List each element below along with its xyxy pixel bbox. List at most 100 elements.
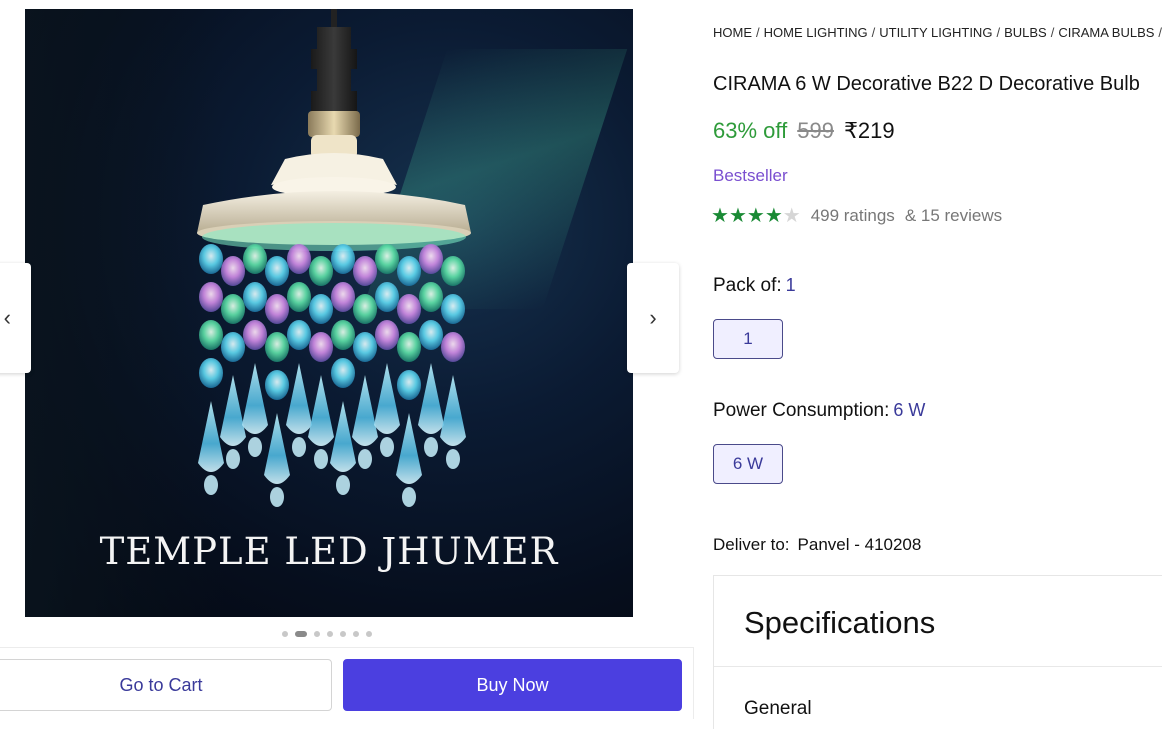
- crystal-bead: [375, 282, 399, 312]
- crystal-bead: [265, 294, 289, 324]
- crystal-bead: [287, 282, 311, 312]
- crystal-drop: [220, 375, 246, 446]
- crystal-bead: [441, 294, 465, 324]
- breadcrumb-link[interactable]: UTILITY LIGHTING: [879, 25, 992, 40]
- delivery-pincode: Panvel - 410208: [797, 535, 922, 554]
- star-filled-icon: ★: [764, 205, 783, 227]
- crystal-bead: [309, 294, 333, 324]
- gallery-dot[interactable]: [340, 631, 346, 637]
- crystal-bead: [353, 332, 377, 362]
- crystal-drop: [352, 375, 378, 446]
- crystal-bead: [199, 320, 223, 350]
- chevron-right-icon: ›: [649, 305, 657, 330]
- crystal-bead: [265, 332, 289, 362]
- star-empty-icon: ★: [782, 205, 801, 227]
- action-bar: Go to Cart Buy Now: [0, 647, 694, 719]
- crystal-bead: [441, 256, 465, 286]
- star-filled-icon: ★: [711, 205, 729, 227]
- gallery-dot[interactable]: [282, 631, 288, 637]
- delivery-location[interactable]: Deliver to: Panvel - 410208: [713, 535, 921, 555]
- breadcrumb-link[interactable]: BULBS: [1004, 25, 1047, 40]
- crystal-bead: [331, 358, 355, 388]
- crystal-drop: [198, 401, 224, 472]
- image-caption: TEMPLE LED JHUMER: [99, 530, 559, 573]
- crystal-bead: [265, 256, 289, 286]
- gallery-dot[interactable]: [295, 631, 307, 637]
- breadcrumb-separator: /: [996, 25, 1001, 40]
- breadcrumb-separator: /: [871, 25, 876, 40]
- price-row: 63% off 599 ₹219: [713, 118, 895, 144]
- reviews-count: & 15 reviews: [904, 206, 1003, 225]
- breadcrumb-link[interactable]: HOME: [713, 25, 752, 40]
- crystal-bead: [221, 256, 245, 286]
- crystal-tip: [292, 437, 306, 457]
- gallery-next-button[interactable]: ›: [627, 263, 679, 373]
- gallery-prev-button[interactable]: ‹: [0, 263, 31, 373]
- crystal-drop: [308, 375, 334, 446]
- crystal-bead: [353, 294, 377, 324]
- crystal-drop: [374, 363, 400, 434]
- crystal-drop: [396, 413, 422, 484]
- crystal-bead: [441, 332, 465, 362]
- crystal-bead: [397, 332, 421, 362]
- pack-option-chip[interactable]: 1: [713, 319, 783, 359]
- crystal-drop: [418, 363, 444, 434]
- crystal-bead: [243, 282, 267, 312]
- breadcrumb-link[interactable]: HOME LIGHTING: [764, 25, 868, 40]
- crystal-tip: [248, 437, 262, 457]
- crystal-bead: [331, 320, 355, 350]
- breadcrumb-link[interactable]: CIRAMA BULBS: [1058, 25, 1154, 40]
- crystal-bead: [375, 320, 399, 350]
- crystal-bead: [243, 320, 267, 350]
- divider: [714, 666, 1162, 667]
- pack-of-value: 1: [785, 275, 796, 295]
- pack-of-title: Pack of:: [713, 275, 782, 296]
- crystal-bead: [265, 370, 289, 400]
- crystal-bead: [199, 358, 223, 388]
- go-to-cart-button[interactable]: Go to Cart: [0, 659, 332, 711]
- crystal-bead: [397, 370, 421, 400]
- crystal-tip: [358, 449, 372, 469]
- crystal-bead: [397, 256, 421, 286]
- gallery-dot[interactable]: [366, 631, 372, 637]
- crystal-bead: [199, 244, 223, 274]
- crystal-tip: [446, 449, 460, 469]
- crystal-tip: [380, 437, 394, 457]
- crystal-tip: [336, 475, 350, 495]
- rating-stars: ★ ★ ★ ★ ★: [711, 206, 801, 226]
- breadcrumb-separator: /: [756, 25, 760, 40]
- crystal-bead: [353, 256, 377, 286]
- pack-of-label: Pack of: 1: [713, 275, 796, 297]
- breadcrumb-separator: /: [1050, 25, 1055, 40]
- crystal-drop: [242, 363, 268, 434]
- gallery-dot[interactable]: [327, 631, 333, 637]
- buy-now-button[interactable]: Buy Now: [343, 659, 682, 711]
- rating-row[interactable]: ★ ★ ★ ★ ★ 499 ratings & 15 reviews: [711, 206, 1002, 226]
- breadcrumb: HOME / HOME LIGHTING / UTILITY LIGHTING / BULB…: [713, 25, 1162, 40]
- spec-section-general[interactable]: General: [744, 698, 812, 720]
- crystal-bead: [309, 256, 333, 286]
- crystal-bead: [309, 332, 333, 362]
- crystal-drop: [330, 401, 356, 472]
- chevron-left-icon: ‹: [3, 305, 11, 330]
- specifications-title: Specifications: [744, 605, 936, 640]
- product-title: CIRAMA 6 W Decorative B22 D Decorative B…: [713, 73, 1140, 95]
- crystal-bead: [287, 244, 311, 274]
- crystal-drop: [440, 375, 466, 446]
- crystal-tip: [204, 475, 218, 495]
- gallery-dots: [282, 631, 372, 637]
- original-price: 599: [797, 118, 834, 143]
- gallery-dot[interactable]: [314, 631, 320, 637]
- power-option-chip[interactable]: 6 W: [713, 444, 783, 484]
- crystal-bead: [331, 244, 355, 274]
- power-consumption-value: 6 W: [893, 400, 926, 420]
- crystal-tip: [402, 487, 416, 507]
- product-image[interactable]: TEMPLE LED JHUMER: [25, 9, 633, 617]
- crystal-bead: [375, 244, 399, 274]
- crystal-bead: [199, 282, 223, 312]
- crystal-tip: [270, 487, 284, 507]
- crystal-drop: [286, 363, 312, 434]
- gallery-dot[interactable]: [353, 631, 359, 637]
- crystal-bead: [419, 244, 443, 274]
- crystal-drop: [264, 413, 290, 484]
